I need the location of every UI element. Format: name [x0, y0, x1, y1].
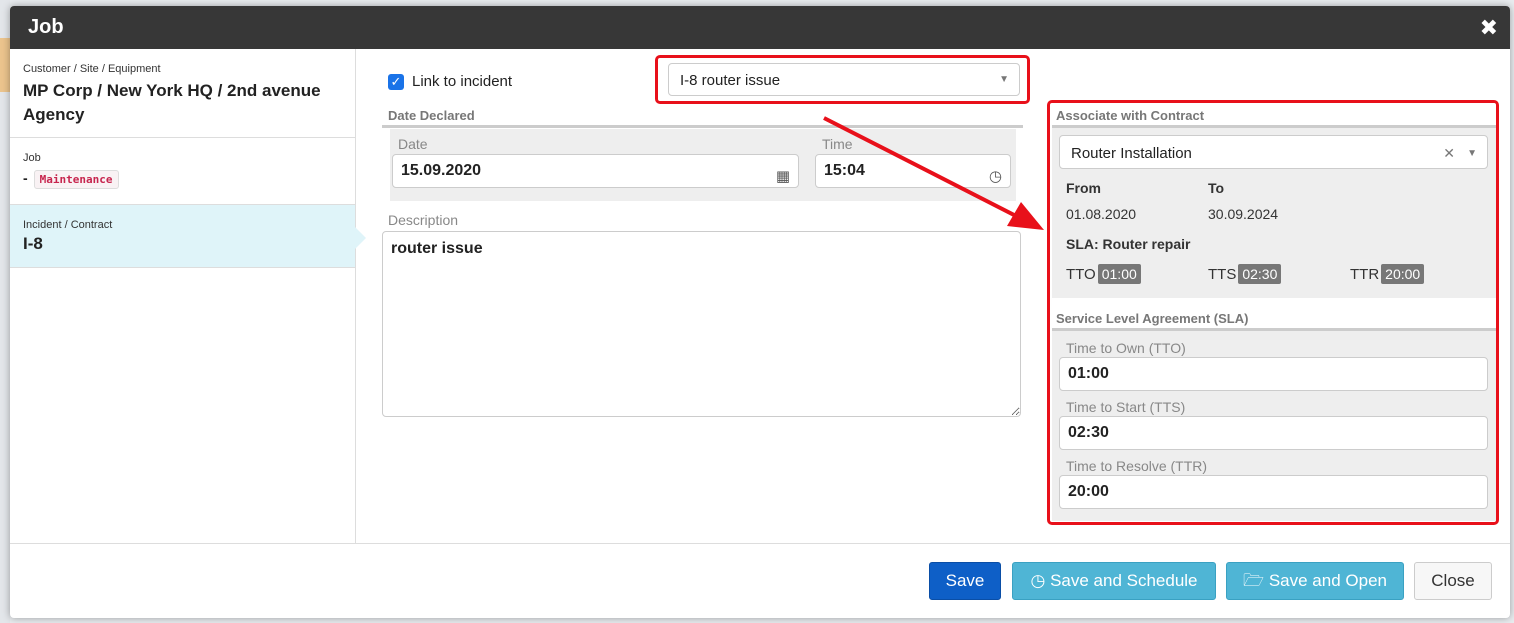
link-incident-checkbox[interactable]: ✓	[388, 74, 404, 90]
tto-label: Time to Own (TTO)	[1066, 340, 1186, 356]
contract-select-value: Router Installation	[1071, 145, 1192, 162]
to-value: 30.09.2024	[1208, 206, 1279, 222]
clear-icon[interactable]: ✕	[1443, 145, 1455, 162]
job-type-tag: Maintenance	[33, 170, 119, 189]
annotation-arrow	[823, 116, 1044, 230]
ttr-label: Time to Resolve (TTR)	[1066, 458, 1208, 474]
sidebar-item-customer[interactable]: Customer / Site / Equipment MP Corp / Ne…	[10, 49, 355, 138]
ttr-input[interactable]: 20:00	[1059, 475, 1488, 509]
close-icon[interactable]: ✖	[1480, 15, 1498, 41]
chevron-down-icon: ▼	[999, 74, 1009, 85]
sla-title: Service Level Agreement (SLA)	[1056, 311, 1249, 326]
save-button[interactable]: Save	[929, 562, 1001, 600]
incident-select[interactable]: I-8 router issue ▼	[668, 63, 1020, 96]
chevron-down-icon: ▼	[1467, 148, 1477, 159]
tts-value: 02:30	[1068, 424, 1109, 441]
save-open-label: Save and Open	[1268, 571, 1387, 590]
incident-label: Incident / Contract	[23, 219, 113, 231]
background-accent	[0, 38, 10, 92]
date-declared-title: Date Declared	[388, 108, 475, 123]
ttr-summary-label: TTR	[1350, 266, 1380, 283]
date-input[interactable]: 15.09.2020 ▦	[392, 154, 799, 188]
modal-title: Job	[28, 16, 64, 38]
from-label: From	[1066, 180, 1101, 196]
tts-summary: TTS 02:30	[1208, 264, 1282, 284]
job-value: - Maintenance	[23, 170, 355, 189]
close-button[interactable]: Close	[1414, 562, 1492, 600]
tto-input[interactable]: 01:00	[1059, 357, 1488, 391]
customer-value: MP Corp / New York HQ / 2nd avenue Agenc…	[23, 81, 321, 124]
save-schedule-button[interactable]: ◷ Save and Schedule	[1012, 562, 1216, 600]
sidebar-item-incident[interactable]: Incident / Contract I-8	[10, 205, 366, 268]
description-label: Description	[388, 212, 459, 228]
incident-value: I-8	[23, 234, 43, 253]
contract-select[interactable]: Router Installation ✕ ▼	[1059, 135, 1488, 169]
sidebar-item-job[interactable]: Job - Maintenance	[10, 138, 355, 205]
date-value: 15.09.2020	[401, 162, 482, 179]
ttr-summary: TTR 20:00	[1350, 264, 1425, 284]
incident-select-value: I-8 router issue	[680, 72, 781, 89]
job-modal: Job ✖ Customer / Site / Equipment MP Cor…	[10, 6, 1510, 618]
folder-open-icon: 🗁	[1243, 571, 1265, 590]
footer-divider	[10, 543, 1510, 544]
save-open-button[interactable]: 🗁 Save and Open	[1226, 562, 1404, 600]
sidebar: Customer / Site / Equipment MP Corp / Ne…	[10, 49, 366, 543]
link-incident-label: Link to incident	[412, 73, 513, 90]
tts-summary-label: TTS	[1208, 266, 1237, 283]
tto-badge: 01:00	[1097, 264, 1141, 284]
tto-value: 01:00	[1068, 365, 1109, 382]
clock-icon: ◷	[1030, 571, 1046, 590]
calendar-icon[interactable]: ▦	[776, 161, 790, 193]
background-page	[0, 0, 10, 623]
date-label: Date	[398, 136, 428, 152]
ttr-badge: 20:00	[1381, 264, 1425, 284]
modal-header: Job ✖	[10, 6, 1510, 49]
contract-title: Associate with Contract	[1056, 108, 1205, 123]
tts-input[interactable]: 02:30	[1059, 416, 1488, 450]
tts-label: Time to Start (TTS)	[1066, 399, 1186, 415]
from-value: 01.08.2020	[1066, 206, 1137, 222]
active-pointer	[355, 227, 366, 249]
sla-name: SLA: Router repair	[1066, 236, 1191, 252]
save-schedule-label: Save and Schedule	[1050, 571, 1198, 590]
arrow-shaft	[823, 116, 1021, 220]
ttr-value: 20:00	[1068, 483, 1109, 500]
customer-label: Customer / Site / Equipment	[23, 63, 161, 75]
job-label: Job	[23, 152, 41, 164]
description-textarea[interactable]: router issue	[382, 231, 1021, 417]
tto-summary-label: TTO	[1066, 266, 1096, 283]
to-label: To	[1208, 180, 1225, 196]
tto-summary: TTO 01:00	[1066, 264, 1141, 284]
job-prefix: -	[23, 170, 28, 186]
tts-badge: 02:30	[1238, 264, 1282, 284]
